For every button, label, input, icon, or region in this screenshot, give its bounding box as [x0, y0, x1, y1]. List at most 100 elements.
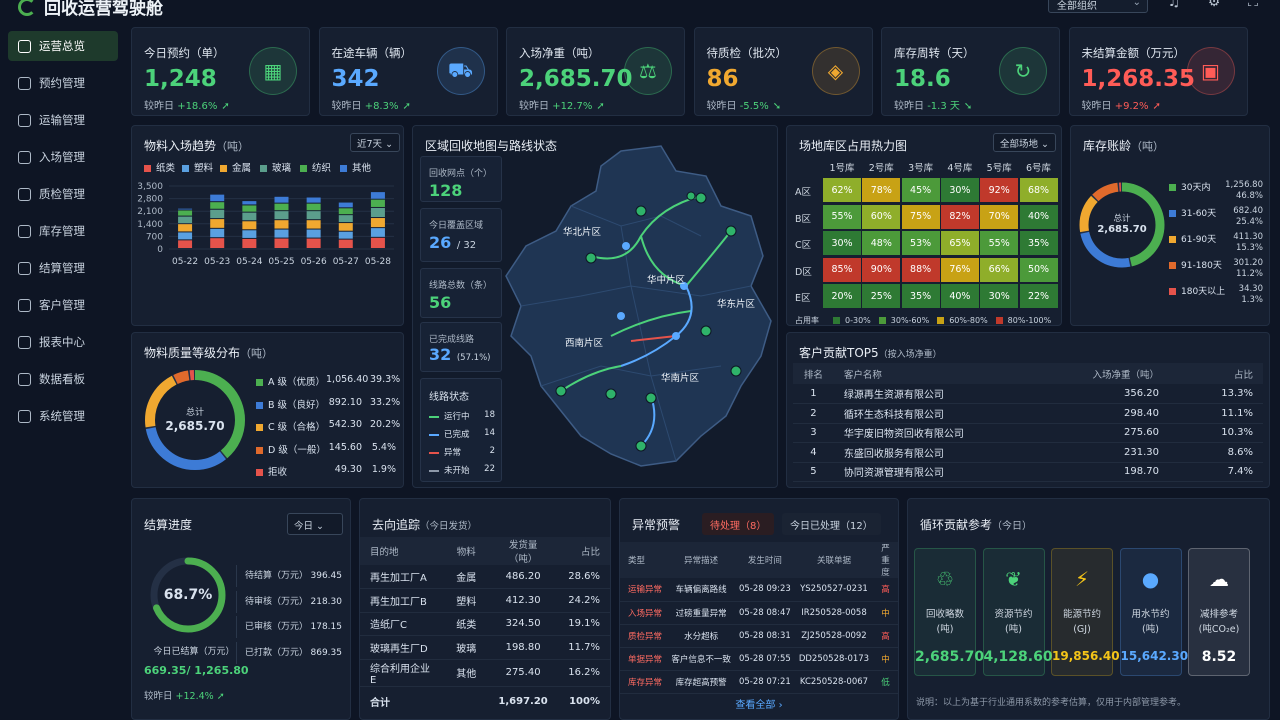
settlement-item: 已打款（万元） 869.35	[236, 641, 343, 664]
alert-row[interactable]: 质检异常 水分超标 05-28 08:31 ZJ250528-0092 高	[620, 624, 898, 647]
sidebar-item[interactable]: 客户管理	[8, 290, 118, 320]
trend-unit: （吨）	[216, 140, 250, 153]
map-points-label: 回收网点（个）	[429, 169, 493, 179]
heatmap-cell[interactable]: 35%	[1019, 231, 1058, 255]
water-drop-icon: ●	[1141, 567, 1160, 591]
bell-icon[interactable]: ♫	[1165, 0, 1183, 12]
table-cell: 3	[810, 427, 817, 439]
heatmap-cell[interactable]: 30%	[823, 231, 861, 255]
inventory-age-name: 91-180天	[1181, 261, 1222, 271]
sidebar-item[interactable]: 运输管理	[8, 105, 118, 135]
trend-card: 物料入场趋势（吨） 近7天 ⌄ 纸类 塑料 金属 玻璃 纺织 其他 3,500 2,800 2…	[131, 125, 404, 326]
heatmap-cell[interactable]: 45%	[901, 178, 940, 202]
eco-metric-value: 8.52	[1201, 649, 1237, 665]
settlement-period-select[interactable]: 今日 ⌄	[287, 513, 343, 535]
heatmap-cell[interactable]: 22%	[1019, 284, 1058, 308]
heatmap-cell[interactable]: 76%	[940, 257, 979, 282]
region-map[interactable]	[501, 136, 777, 486]
kpi-compare-value: -1.3 天	[927, 101, 960, 112]
quality-grade-name: A 级（优质）	[268, 377, 326, 388]
heatmap-cell[interactable]: 75%	[901, 204, 940, 229]
heatmap-scope-select[interactable]: 全部场地 ⌄	[993, 133, 1056, 152]
bar-segment	[242, 201, 257, 205]
heatmap-cell[interactable]: 55%	[823, 204, 861, 229]
table-row[interactable]: 2 循环生态科技有限公司 298.40 11.1%	[793, 404, 1263, 423]
sidebar-item[interactable]: 入场管理	[8, 142, 118, 172]
table-row[interactable]: 造纸厂C 纸类 324.50 19.1%	[360, 612, 610, 636]
alert-row[interactable]: 库存异常 库存超高预警 05-28 07:21 KC250528-0067 低	[620, 670, 898, 693]
map-coverage-total: / 32	[456, 240, 477, 251]
tab-pending[interactable]: 待处理（8）	[702, 513, 775, 535]
table-row[interactable]: 5 协同资源管理有限公司 198.70 7.4%	[793, 462, 1263, 482]
inventory-age-value: 301.20	[1233, 258, 1263, 268]
eco-metric-value: 19,856.40	[1052, 649, 1120, 663]
entry-icon	[18, 150, 31, 164]
sidebar-item[interactable]: 系统管理	[8, 401, 118, 431]
table-row[interactable]: 再生加工厂B 塑料 412.30 24.2%	[360, 589, 610, 612]
heatmap-col-label: 1号库	[829, 163, 855, 174]
heatmap-cell[interactable]: 60%	[862, 204, 901, 229]
heatmap-cell[interactable]: 92%	[980, 178, 1019, 202]
table-row[interactable]: 综合利用企业E 其他 275.40 16.2%	[360, 659, 610, 686]
sidebar-item[interactable]: 数据看板	[8, 364, 118, 394]
alert-row[interactable]: 入场异常 过磅重量异常 05-28 08:47 IR250528-0058 中	[620, 601, 898, 624]
alert-row[interactable]: 单据异常 客户信息不一致 05-28 07:55 DD250528-0173 中	[620, 647, 898, 670]
heatmap-cell[interactable]: 70%	[980, 204, 1019, 229]
quality-title-text: 物料质量等级分布	[144, 346, 241, 360]
trend-legend: 纸类 塑料 金属 玻璃 纺织 其他	[144, 160, 404, 174]
gear-icon[interactable]: ⚙	[1205, 0, 1223, 12]
sidebar-item[interactable]: 运营总览	[8, 31, 118, 61]
heatmap-cell[interactable]: 53%	[901, 231, 940, 255]
heatmap-cell[interactable]: 82%	[940, 204, 979, 229]
heatmap-cell[interactable]: 78%	[862, 178, 901, 202]
sidebar-item[interactable]: 预约管理	[8, 68, 118, 98]
heatmap-cell[interactable]: 20%	[823, 284, 861, 308]
heatmap-cell[interactable]: 25%	[862, 284, 901, 308]
legend-label: 纺织	[312, 163, 332, 174]
table-cell: 造纸厂C	[370, 620, 407, 632]
heatmap-cell[interactable]: 30%	[980, 284, 1019, 308]
trend-range-select[interactable]: 近7天 ⌄	[350, 133, 401, 152]
alert-row[interactable]: 运输异常 车辆偏离路线 05-28 09:23 YS250527-0231 高	[620, 578, 898, 601]
heatmap-cell[interactable]: 85%	[823, 257, 861, 282]
sidebar-item-label: 客户管理	[39, 298, 85, 312]
settlement-item-value: 869.35	[310, 647, 343, 658]
sidebar-item[interactable]: 报表中心	[8, 327, 118, 357]
settlement-icon	[18, 261, 31, 275]
table-cell: 纸类	[456, 620, 477, 632]
fullscreen-icon[interactable]: ⛶	[1244, 0, 1262, 12]
heatmap-cell[interactable]: 62%	[823, 178, 861, 202]
table-row[interactable]: 3 华宇废旧物资回收有限公司 275.60 10.3%	[793, 423, 1263, 443]
route-line-swatch	[429, 451, 439, 454]
quality-legend-item: C 级（合格） 542.30 20.2%	[256, 419, 400, 433]
view-all-link[interactable]: 查看全部 ›	[620, 696, 898, 711]
tab-processed[interactable]: 今日已处理（12）	[782, 513, 881, 535]
x-tick-label: 05-26	[301, 257, 327, 267]
heatmap-cell[interactable]: 66%	[980, 257, 1019, 282]
bar-segment	[210, 238, 225, 248]
settlement-item: 待结算（万元） 396.45	[236, 565, 342, 587]
heatmap-cell[interactable]: 88%	[901, 257, 940, 282]
heatmap-cell[interactable]: 40%	[1019, 204, 1058, 229]
map-coverage-label: 今日覆盖区域	[429, 221, 484, 231]
heatmap-cell[interactable]: 65%	[940, 231, 979, 255]
inventory-total-label: 总计	[1113, 214, 1131, 224]
legend-swatch	[256, 424, 263, 431]
sidebar-item[interactable]: 库存管理	[8, 216, 118, 246]
heatmap-cell[interactable]: 35%	[901, 284, 940, 308]
table-row[interactable]: 再生加工厂A 金属 486.20 28.6%	[360, 565, 610, 589]
heatmap-cell[interactable]: 30%	[940, 178, 979, 202]
table-row[interactable]: 玻璃再生厂D 玻璃 198.80 11.7%	[360, 636, 610, 659]
heatmap-cell[interactable]: 90%	[862, 257, 901, 282]
org-select[interactable]: 全部组织 ⌄	[1048, 0, 1148, 13]
sidebar-item[interactable]: 质检管理	[8, 179, 118, 209]
heatmap-cell[interactable]: 48%	[862, 231, 901, 255]
heatmap-cell[interactable]: 68%	[1019, 178, 1058, 202]
table-row[interactable]: 4 东盛回收服务有限公司 231.30 8.6%	[793, 443, 1263, 462]
table-row[interactable]: 1 绿源再生资源有限公司 356.20 13.3%	[793, 384, 1263, 404]
sidebar-item[interactable]: 结算管理	[8, 253, 118, 283]
heatmap-cell[interactable]: 50%	[1019, 257, 1058, 282]
table-cell: 再生加工厂B	[370, 596, 427, 608]
heatmap-cell[interactable]: 55%	[980, 231, 1019, 255]
heatmap-cell[interactable]: 40%	[940, 284, 979, 308]
